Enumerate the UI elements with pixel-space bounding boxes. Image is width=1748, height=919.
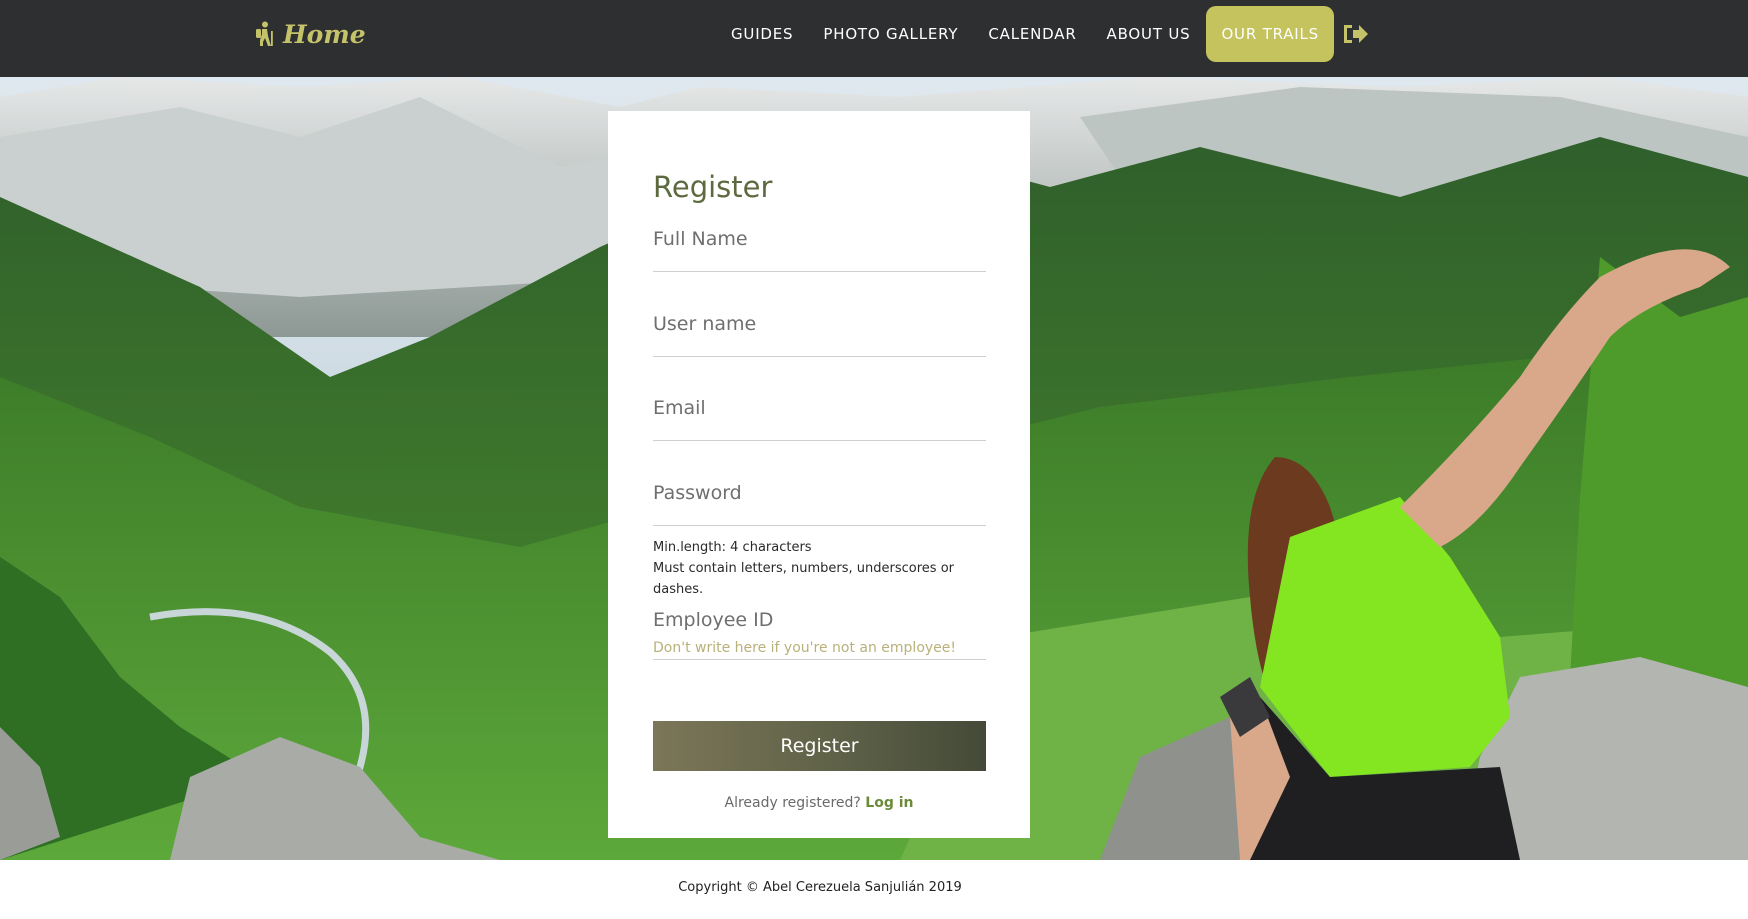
password-hint-chars: Must contain letters, numbers, underscor…	[653, 561, 955, 597]
login-link[interactable]: Log in	[865, 795, 913, 811]
copyright-text: Copyright © Abel Cerezuela Sanjulián 201…	[678, 880, 962, 895]
nav-about-us[interactable]: ABOUT US	[1092, 6, 1206, 62]
employee-id-label: Employee ID	[653, 609, 774, 631]
nav-our-trails[interactable]: OUR TRAILS	[1206, 6, 1334, 62]
hiker-icon	[253, 21, 275, 47]
password-field	[653, 475, 986, 526]
password-underline	[653, 525, 986, 526]
sign-out-icon[interactable]	[1341, 21, 1369, 47]
register-card: Register Min.length: 4 characters Must c…	[608, 111, 1030, 838]
email-input[interactable]	[653, 390, 986, 426]
user-name-input[interactable]	[653, 306, 986, 342]
employee-id-input[interactable]	[653, 637, 986, 660]
full-name-underline	[653, 271, 986, 272]
nav-photo-gallery[interactable]: PHOTO GALLERY	[808, 6, 973, 62]
email-field	[653, 390, 986, 441]
main-nav: GUIDES PHOTO GALLERY CALENDAR ABOUT US O…	[716, 6, 1334, 62]
password-input[interactable]	[653, 475, 986, 511]
footer: Copyright © Abel Cerezuela Sanjulián 201…	[0, 860, 1748, 919]
email-underline	[653, 440, 986, 441]
top-navbar: Home GUIDES PHOTO GALLERY CALENDAR ABOUT…	[0, 0, 1748, 77]
password-hint-length: Min.length: 4 characters	[653, 540, 812, 555]
home-brand-link[interactable]: Home	[253, 16, 366, 52]
already-registered-text: Already registered?	[724, 795, 861, 811]
password-hint: Min.length: 4 characters Must contain le…	[653, 537, 993, 600]
brand-label: Home	[283, 19, 366, 49]
register-title: Register	[653, 170, 773, 205]
full-name-field	[653, 221, 986, 272]
register-button[interactable]: Register	[653, 721, 986, 771]
nav-guides[interactable]: GUIDES	[716, 6, 808, 62]
user-name-underline	[653, 356, 986, 357]
login-prompt: Already registered? Log in	[608, 795, 1030, 811]
user-name-field	[653, 306, 986, 357]
nav-calendar[interactable]: CALENDAR	[973, 6, 1091, 62]
full-name-input[interactable]	[653, 221, 986, 257]
